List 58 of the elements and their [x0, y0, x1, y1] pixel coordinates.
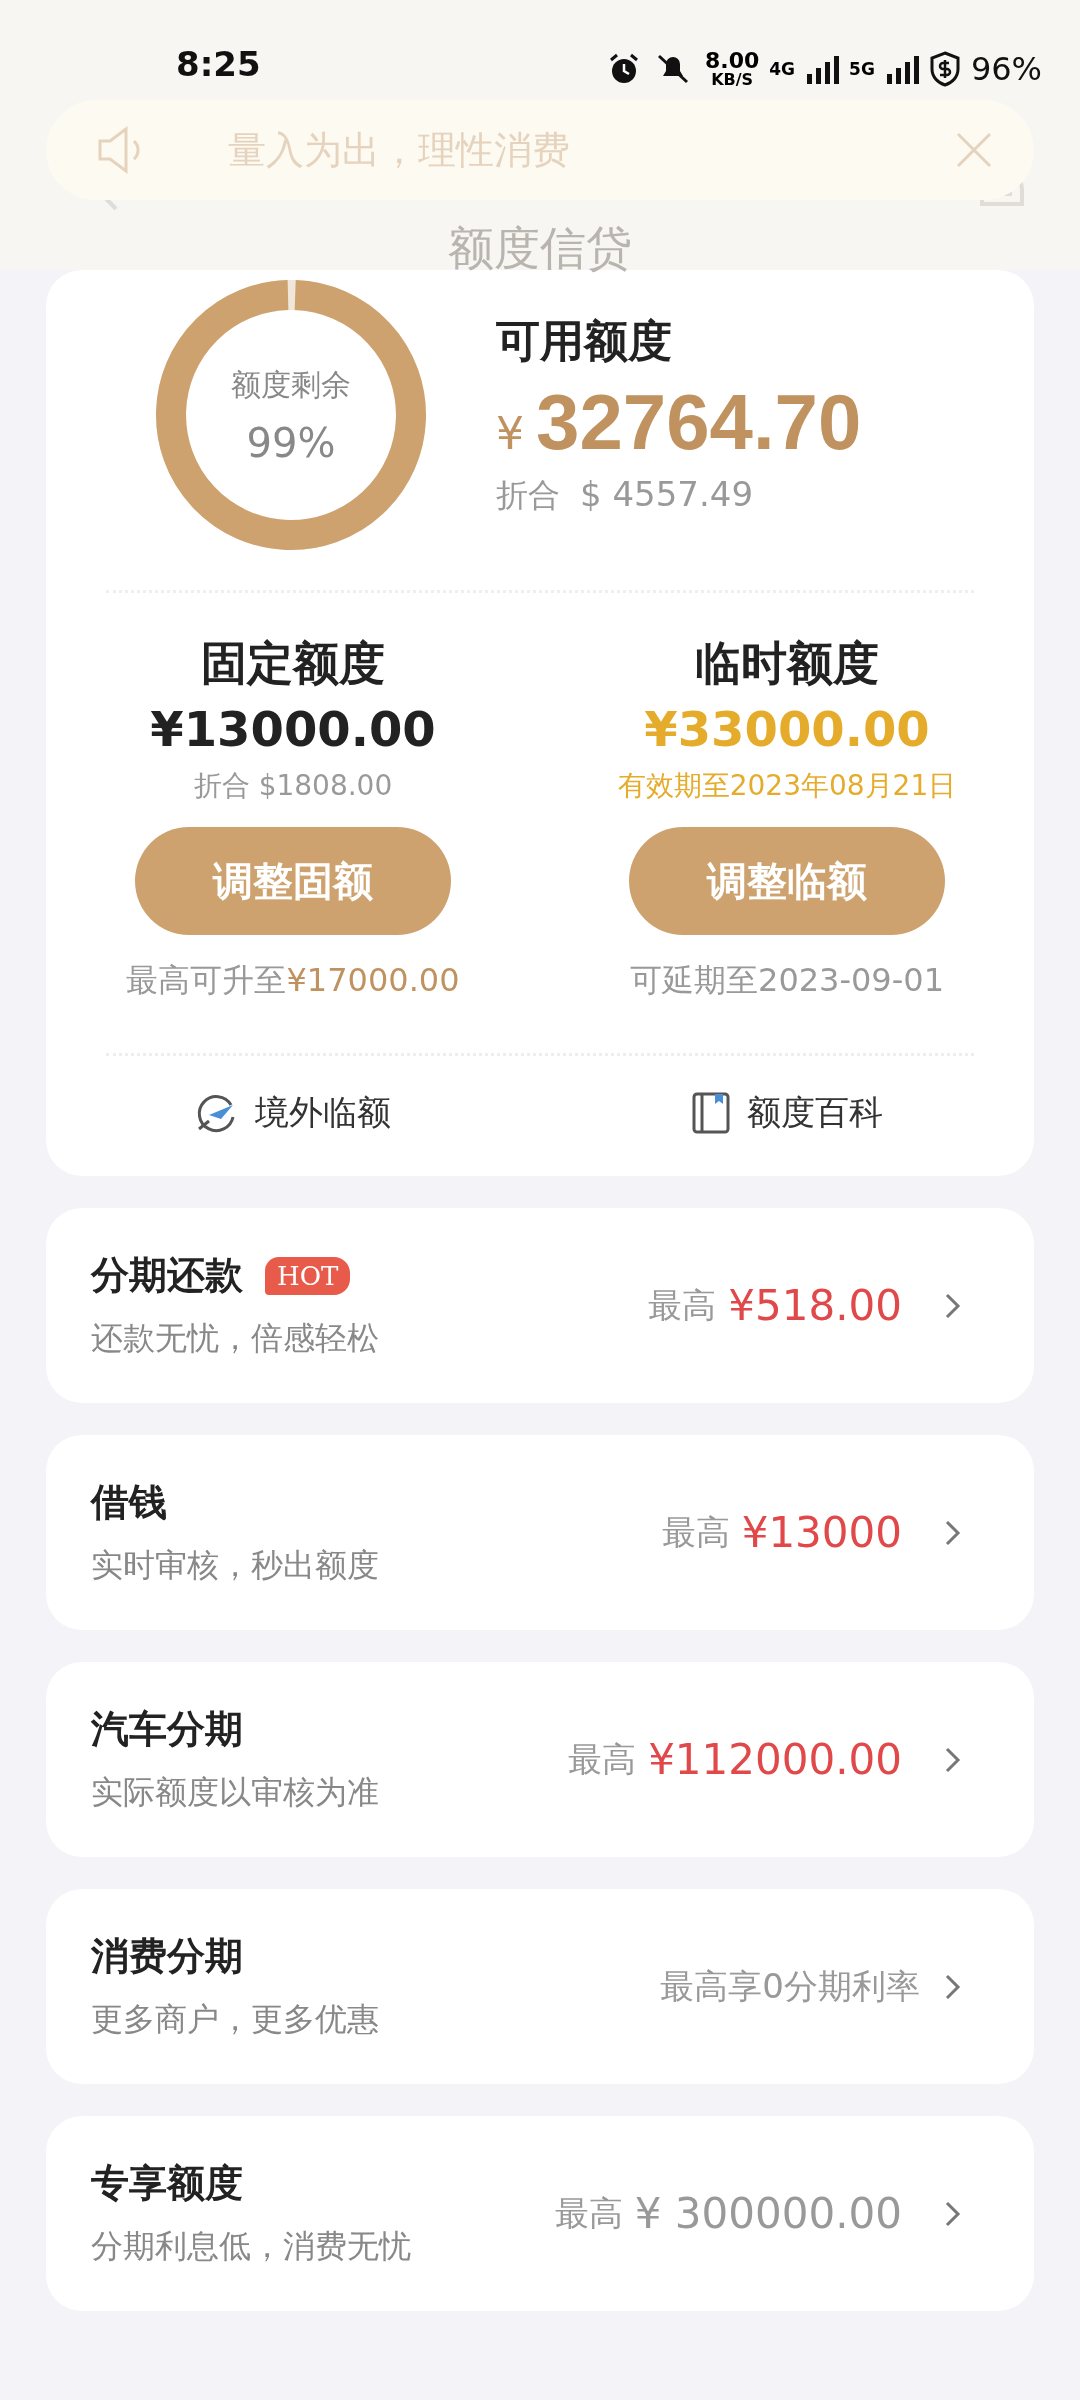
value-label: 最高 [648, 1283, 717, 1327]
product-card[interactable]: 消费分期 更多商户，更多优惠 最高享0分期利率 [46, 1889, 1034, 2084]
hot-badge: HOT [265, 1256, 351, 1295]
product-title: 消费分期 [91, 1933, 243, 1980]
network-type: 5G [849, 59, 875, 79]
product-title: 专享额度 [91, 2160, 243, 2207]
quota-footer: 可延期至2023-09-01 [630, 959, 944, 1003]
value-label: 最高 [568, 1737, 637, 1781]
quota-amount: ¥13000.00 [150, 701, 436, 757]
quota-note: 折合 $1808.00 [193, 768, 393, 804]
value-amount: ¥ 300000.00 [634, 2189, 902, 2238]
shortcut-link[interactable]: 额度百科 [540, 1090, 1034, 1136]
network-type: 4G [769, 59, 796, 79]
quota-amount: ¥33000.00 [644, 701, 930, 757]
product-card[interactable]: 借钱 实时审核，秒出额度 最高 ¥13000 [46, 1435, 1034, 1630]
product-title: 分期还款 [91, 1252, 243, 1299]
value-label: 最高 [661, 1510, 730, 1554]
chevron-right-icon [944, 1972, 962, 2001]
page-title: 额度信贷 [447, 220, 633, 277]
quota-footer: 最高可升至¥17000.00 [126, 959, 460, 1003]
book-icon [691, 1091, 731, 1135]
product-subtitle: 实际额度以审核为准 [91, 1772, 379, 1813]
product-card[interactable]: 分期还款 HOT 还款无忧，倍感轻松 最高 ¥518.00 [46, 1208, 1034, 1403]
shield-dollar-icon [928, 51, 961, 87]
quota-note: 有效期至2023年08月21日 [617, 768, 957, 804]
converted-label: 折合 [496, 475, 560, 516]
product-card[interactable]: 汽车分期 实际额度以审核为准 最高 ¥112000.00 [46, 1662, 1034, 1857]
status-time: 8:25 [176, 44, 261, 84]
value-amount: ¥518.00 [728, 1281, 902, 1330]
quota-title: 固定额度 [201, 635, 385, 692]
product-title: 借钱 [91, 1479, 167, 1526]
chevron-right-icon [944, 1745, 962, 1774]
ring-label: 额度剩余 [231, 365, 351, 404]
product-subtitle: 更多商户，更多优惠 [91, 1999, 379, 2040]
product-title: 汽车分期 [91, 1706, 243, 1753]
available-title: 可用额度 [496, 314, 673, 368]
value-amount: ¥112000.00 [648, 1735, 902, 1784]
product-subtitle: 分期利息低，消费无忧 [91, 2226, 411, 2267]
chevron-right-icon [944, 1518, 962, 1547]
close-icon[interactable] [954, 130, 994, 170]
product-card[interactable]: 专享额度 分期利息低，消费无忧 最高 ¥ 300000.00 [46, 2116, 1034, 2311]
available-amount: 32764.70 [536, 377, 862, 468]
chevron-right-icon [944, 2199, 962, 2228]
value-label: 最高享0分期利率 [660, 1964, 920, 2008]
value-amount: ¥13000 [741, 1508, 902, 1557]
shortcut-link[interactable]: 境外临额 [46, 1090, 540, 1136]
currency-symbol: ¥ [496, 408, 524, 459]
value-label: 最高 [554, 2191, 623, 2235]
chevron-right-icon [944, 1291, 962, 1320]
speed-unit: KB/S [711, 72, 754, 88]
ring-percent: 99% [246, 419, 336, 466]
converted-amount: $ 4557.49 [580, 474, 754, 516]
quota-title: 临时额度 [695, 635, 879, 692]
speed-value: 8.00 [705, 50, 760, 72]
alarm-icon [607, 52, 641, 86]
product-subtitle: 实时审核，秒出额度 [91, 1545, 379, 1586]
battery-level: 96% [970, 50, 1042, 88]
product-subtitle: 还款无忧，倍感轻松 [91, 1318, 379, 1359]
